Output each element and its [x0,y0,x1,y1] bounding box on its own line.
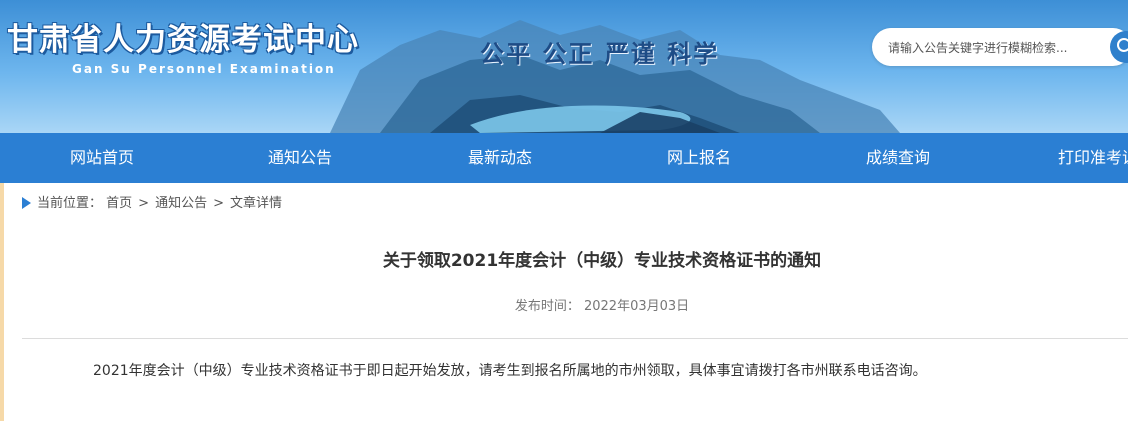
site-slogan: 公平 公正 严谨 科学 [480,39,720,68]
article-page: 当前位置： 首页 > 通知公告 > 文章详情 关于领取2021年度会计（中级）专业技术资… [0,183,1128,421]
article-title: 关于领取2021年度会计（中级）专业技术资格证书的通知 [382,251,822,271]
nav-item-home[interactable]: 网站首页 [22,133,182,183]
breadcrumb: 当前位置： 首页 > 通知公告 > 文章详情 [22,194,282,214]
nav-item-news[interactable]: 最新动态 [420,133,580,183]
nav-item-registration[interactable]: 网上报名 [619,133,779,183]
search-button[interactable] [1110,31,1128,63]
site-subtitle: Gan Su Personnel Examination [72,62,336,76]
nav-item-scores[interactable]: 成绩查询 [818,133,978,183]
nav-item-notices[interactable]: 通知公告 [220,133,380,183]
breadcrumb-prefix: 当前位置： [37,196,103,211]
breadcrumb-separator: > [213,196,224,211]
search-icon [1117,38,1128,52]
divider [22,338,1128,339]
search-box [872,28,1128,66]
nav-item-admission-ticket[interactable]: 打印准考证 [1020,133,1128,183]
play-arrow-icon [22,196,31,209]
publish-date-label: 发布时间： [514,299,580,314]
breadcrumb-notices[interactable]: 通知公告 [155,196,207,211]
breadcrumb-current: 文章详情 [230,196,283,211]
breadcrumb-separator: > [138,196,150,211]
publish-date-value: 2022年03月03日 [583,299,690,314]
publish-date: 发布时间： 2022年03月03日 [0,295,1128,314]
site-header: 甘肃省人力资源考试中心 Gan Su Personnel Examination… [0,0,1128,133]
search-input[interactable] [886,36,1100,60]
article-body: 2021年度会计（中级）专业技术资格证书于即日起开始发放，请考生到报名所属地的市… [93,363,927,379]
site-title: 甘肃省人力资源考试中心 [7,22,359,58]
main-nav: 网站首页 通知公告 最新动态 网上报名 成绩查询 打印准考证 [0,133,1128,183]
breadcrumb-home[interactable]: 首页 [106,196,132,211]
